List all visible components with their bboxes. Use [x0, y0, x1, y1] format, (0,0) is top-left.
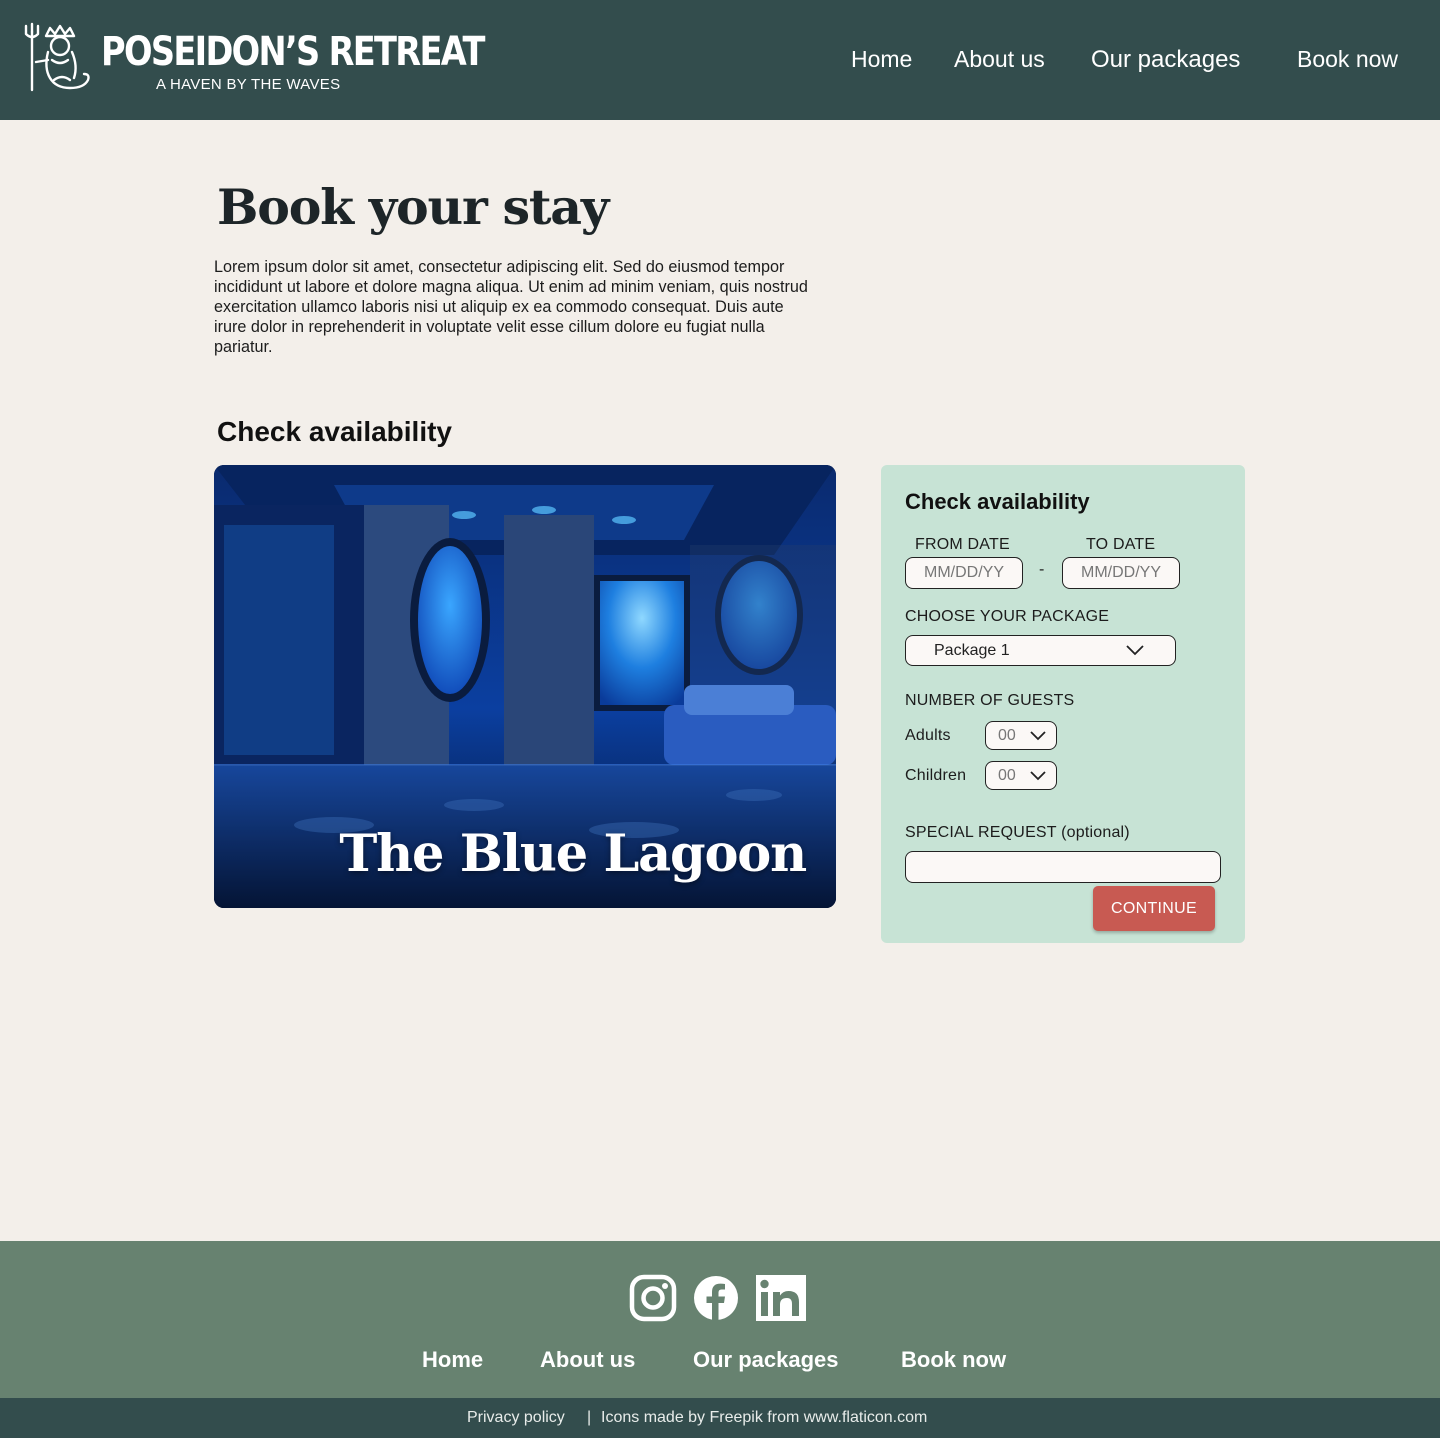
instagram-icon[interactable] — [629, 1274, 677, 1322]
chevron-down-icon — [1030, 771, 1046, 781]
adults-select[interactable]: 00 — [985, 721, 1057, 750]
bottom-bar: Privacy policy | Icons made by Freepik f… — [0, 1398, 1440, 1438]
special-request-label: SPECIAL REQUEST (optional) — [905, 824, 1130, 841]
package-label: CHOOSE YOUR PACKAGE — [905, 608, 1110, 625]
intro-paragraph: Lorem ipsum dolor sit amet, consectetur … — [214, 258, 808, 356]
guests-label: NUMBER OF GUESTS — [905, 692, 1075, 709]
nav-home[interactable]: Home — [851, 46, 912, 76]
footer-nav-our-packages[interactable]: Our packages — [693, 1347, 839, 1373]
adults-label: Adults — [905, 727, 951, 744]
date-separator: - — [1039, 561, 1045, 578]
form-title: Check availability — [905, 489, 1090, 514]
children-select-value: 00 — [998, 767, 1016, 784]
privacy-policy-link[interactable]: Privacy policy — [467, 1409, 565, 1427]
nav-book-now[interactable]: Book now — [1297, 46, 1398, 76]
footer-nav-book-now[interactable]: Book now — [901, 1347, 1006, 1373]
package-select[interactable]: Package 1 — [905, 635, 1176, 666]
footer-nav-home[interactable]: Home — [422, 1347, 483, 1373]
icon-credit: Icons made by Freepik from www.flaticon.… — [601, 1409, 928, 1426]
linkedin-icon[interactable] — [756, 1275, 806, 1321]
children-label: Children — [905, 767, 967, 784]
poseidon-trident-icon[interactable] — [22, 22, 92, 94]
to-date-label: TO DATE — [1086, 536, 1156, 553]
continue-button[interactable]: CONTINUE — [1093, 886, 1215, 931]
availability-form: Check availability FROM DATE TO DATE MM/… — [881, 465, 1245, 943]
from-date-label: FROM DATE — [915, 536, 1010, 553]
facebook-icon[interactable] — [692, 1274, 740, 1322]
nav-about-us[interactable]: About us — [954, 46, 1045, 76]
site-header: POSEIDON’S RETREAT A HAVEN BY THE WAVES … — [0, 0, 1440, 120]
to-date-input[interactable]: MM/DD/YY — [1062, 557, 1180, 589]
site-footer: Home About us Our packages Book now — [0, 1241, 1440, 1398]
page-title: Book your stay — [217, 178, 609, 236]
room-photo: The Blue Lagoon — [214, 465, 836, 908]
adults-select-value: 00 — [998, 727, 1016, 744]
footer-nav-about-us[interactable]: About us — [540, 1347, 635, 1373]
special-request-input[interactable] — [905, 851, 1221, 883]
from-date-input[interactable]: MM/DD/YY — [905, 557, 1023, 589]
brand-tagline: A HAVEN BY THE WAVES — [156, 76, 341, 93]
nav-our-packages[interactable]: Our packages — [1091, 46, 1240, 76]
section-title: Check availability — [217, 416, 453, 447]
photo-caption: The Blue Lagoon — [339, 824, 807, 884]
children-select[interactable]: 00 — [985, 761, 1057, 790]
brand-name[interactable]: POSEIDON’S RETREAT — [101, 28, 485, 76]
bottom-separator: | — [587, 1409, 592, 1426]
chevron-down-icon — [1030, 731, 1046, 741]
package-select-value: Package 1 — [934, 642, 1010, 659]
chevron-down-icon — [1126, 645, 1144, 656]
